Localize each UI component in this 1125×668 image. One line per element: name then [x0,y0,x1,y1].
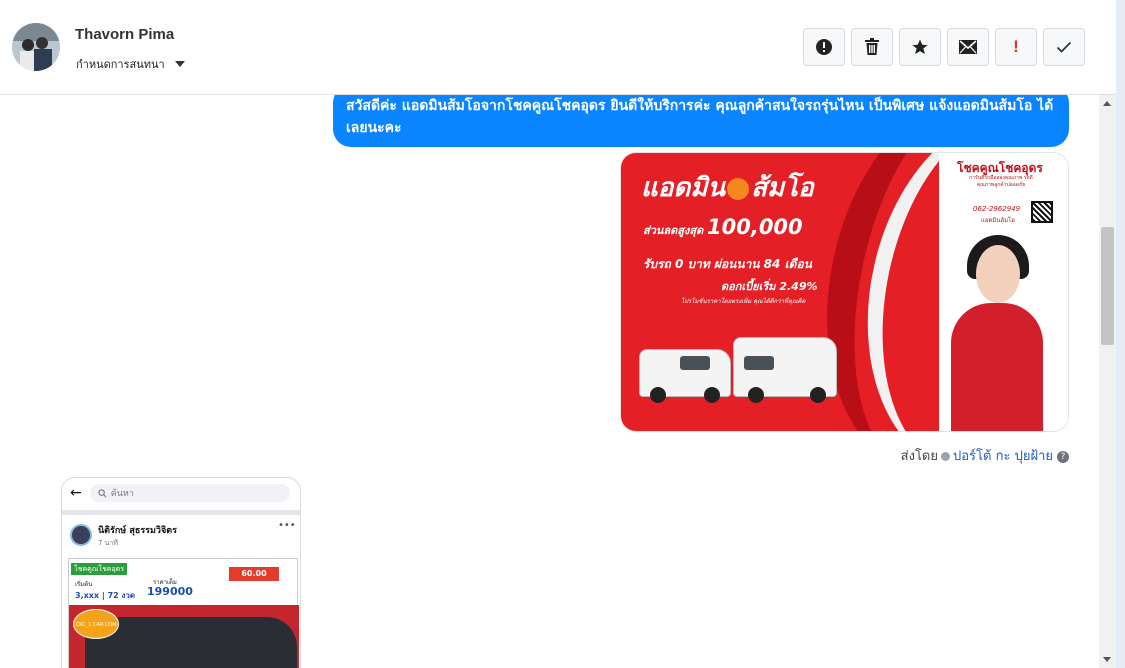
promo-fineprint: โปรโมชั่นราคาโดยตรงเพิ่ม คุณได้ดีกว่าที่… [681,298,806,305]
thread-scrollbar[interactable] [1099,95,1116,668]
pickup-truck-rack-image [733,337,837,403]
scroll-up-icon[interactable] [1103,101,1111,106]
checkmark-icon [1056,41,1072,53]
ad-brand: โชคคูณโชคอุดร [71,563,127,575]
verified-icon [941,452,950,461]
report-spam-button[interactable] [803,28,845,66]
ad-price: 199000 [147,585,193,598]
user-name[interactable]: Thavorn Pima [75,26,174,43]
post-time: 7 นาที [98,539,119,547]
promo-interest-text: ดอกเบี้ยเริ่ม 2.49% [721,280,818,293]
search-placeholder: ค้นหา [110,489,134,499]
envelope-icon [959,40,977,54]
window-edge [1116,0,1125,668]
ad-logo: CKC_1 CAR.COM [73,609,119,639]
mark-done-button[interactable] [1043,28,1085,66]
help-icon[interactable]: ? [1057,450,1069,463]
admin-photo [951,303,1043,431]
assign-conversation-label: กำหนดการสนทนา [76,58,165,71]
orange-icon [727,177,750,200]
trash-icon [865,38,879,55]
star-button[interactable] [899,28,941,66]
alert-circle-icon [816,39,832,55]
sent-by-label: ส่งโดย [900,449,938,464]
search-bar: ค้นหา [89,484,290,502]
ad-badge: 60.00 [229,567,279,581]
qr-code-icon [1031,201,1053,223]
promo-installment-text: รับรถ 0 บาท ผ่อนนาน 84 เดือน [643,257,812,271]
scrollbar-thumb[interactable] [1101,227,1114,345]
avatar-photo-icon [12,23,60,71]
mark-important-button[interactable]: ! [995,28,1037,66]
promo-phone: 062-2962949 [973,205,1021,213]
promo-image-attachment[interactable]: แอดมิน ส้มโอ ส่วนลดสูงสุด 100,000 รับรถ 0… [620,152,1069,432]
user-avatar[interactable] [12,23,60,71]
poster-avatar [70,524,92,546]
search-icon [98,488,107,497]
sent-by-line: ส่งโดย ปอร์โต้ กะ ปุยฝ้าย? [600,445,1069,466]
message-thread[interactable]: สวัสดีค่ะ แอดมินส้มโอจากโชคคูณโชคอุดร ยิ… [0,95,1099,668]
delete-button[interactable] [851,28,893,66]
promo-phone-sub: แอดมินส้มโอ [981,217,1015,224]
assign-conversation-dropdown[interactable]: กำหนดการสนทนา [76,55,185,73]
promo-discount-label: ส่วนลดสูงสุด [643,224,704,237]
conversation-toolbar: ! [803,28,1085,66]
promo-title: แอดมิน ส้มโอ [641,173,814,203]
mark-unread-button[interactable] [947,28,989,66]
incoming-image-attachment[interactable]: ← ค้นหา นิติรักษ์ สุธรรมวิจิตร 7 นาที ••… [61,477,301,668]
scroll-down-icon[interactable] [1103,657,1111,662]
outgoing-message-bubble[interactable]: สวัสดีค่ะ แอดมินส้มโอจากโชคคูณโชคอุดร ยิ… [333,95,1069,147]
more-options-icon: ••• [278,520,296,531]
back-arrow-icon: ← [70,485,82,501]
messenger-conversation: Thavorn Pima กำหนดการสนทนา ! สวัสดีค่ะ แ… [0,0,1125,668]
sent-by-agent[interactable]: ปอร์โต้ กะ ปุยฝ้าย [953,449,1053,464]
poster-name: นิติรักษ์ สุธรรมวิจิตร [98,526,177,536]
promo-brand-sub: การันตีรถมือสองคุณภาพ รถดี คุณภาพลูกค้าป… [969,175,1033,188]
promo-discount-amount: 100,000 [707,215,803,239]
exclamation-icon: ! [1013,37,1019,56]
star-icon [912,39,928,55]
car-ad-image: โชคคูณโชคอุดร เริ่มต้น 3,xxx | 72 งวด รา… [68,558,299,668]
caret-down-icon [174,61,185,67]
pickup-truck-image [639,349,731,403]
conversation-header: Thavorn Pima กำหนดการสนทนา ! [0,0,1116,95]
